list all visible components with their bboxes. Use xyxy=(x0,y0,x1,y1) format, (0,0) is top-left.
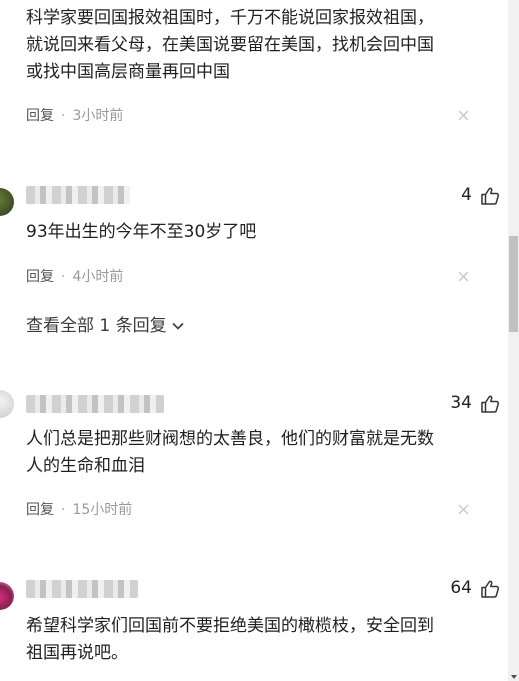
comment-time: 3小时前 xyxy=(72,108,124,124)
thumbs-up-icon[interactable] xyxy=(480,186,500,206)
like-count: 4 xyxy=(461,185,472,205)
username-blurred[interactable] xyxy=(26,580,138,598)
scrollbar[interactable] xyxy=(508,0,519,681)
comment-time: 4小时前 xyxy=(72,269,124,285)
meta-separator: · xyxy=(61,269,66,285)
meta-separator: · xyxy=(61,108,66,124)
scroll-down-arrow-icon[interactable] xyxy=(511,675,517,679)
reply-button[interactable]: 回复 xyxy=(26,502,54,518)
username-blurred[interactable] xyxy=(26,395,164,413)
comment-text: 科学家要回国报效祖国时，千万不能说回家报效祖国，就说回来看父母，在美国说要留在美… xyxy=(26,8,434,82)
thumbs-up-icon[interactable] xyxy=(480,394,500,414)
view-all-replies-label: 查看全部 1 条回复 xyxy=(26,316,167,336)
comment-meta: 回复 · 4小时前 xyxy=(26,266,123,286)
comment-text: 人们总是把那些财阀想的太善良，他们的财富就是无数人的生命和血泪 xyxy=(26,429,434,476)
reply-button[interactable]: 回复 xyxy=(26,108,54,124)
like-count: 34 xyxy=(450,393,472,413)
comment-meta: 回复 · 15小时前 xyxy=(26,499,132,519)
thumbs-up-icon[interactable] xyxy=(480,579,500,599)
avatar[interactable] xyxy=(0,188,14,216)
close-icon[interactable] xyxy=(458,271,469,282)
comment-meta: 回复 · 3小时前 xyxy=(26,105,123,125)
comment-text: 希望科学家们回国前不要拒绝美国的橄榄枝，安全回到祖国再说吧。 xyxy=(26,616,434,663)
meta-separator: · xyxy=(61,502,66,518)
chevron-down-icon xyxy=(172,322,184,330)
view-all-replies-link[interactable]: 查看全部 1 条回复 xyxy=(26,311,185,336)
avatar[interactable] xyxy=(0,582,14,610)
scrollbar-thumb[interactable] xyxy=(509,236,518,332)
comment-text: 93年出生的今年不至30岁了吧 xyxy=(26,222,257,242)
avatar[interactable] xyxy=(0,390,14,418)
reply-button[interactable]: 回复 xyxy=(26,269,54,285)
username-blurred[interactable] xyxy=(26,186,130,204)
close-icon[interactable] xyxy=(458,110,469,121)
comment-time: 15小时前 xyxy=(72,502,133,518)
close-icon[interactable] xyxy=(458,504,469,515)
like-count: 64 xyxy=(450,578,472,598)
